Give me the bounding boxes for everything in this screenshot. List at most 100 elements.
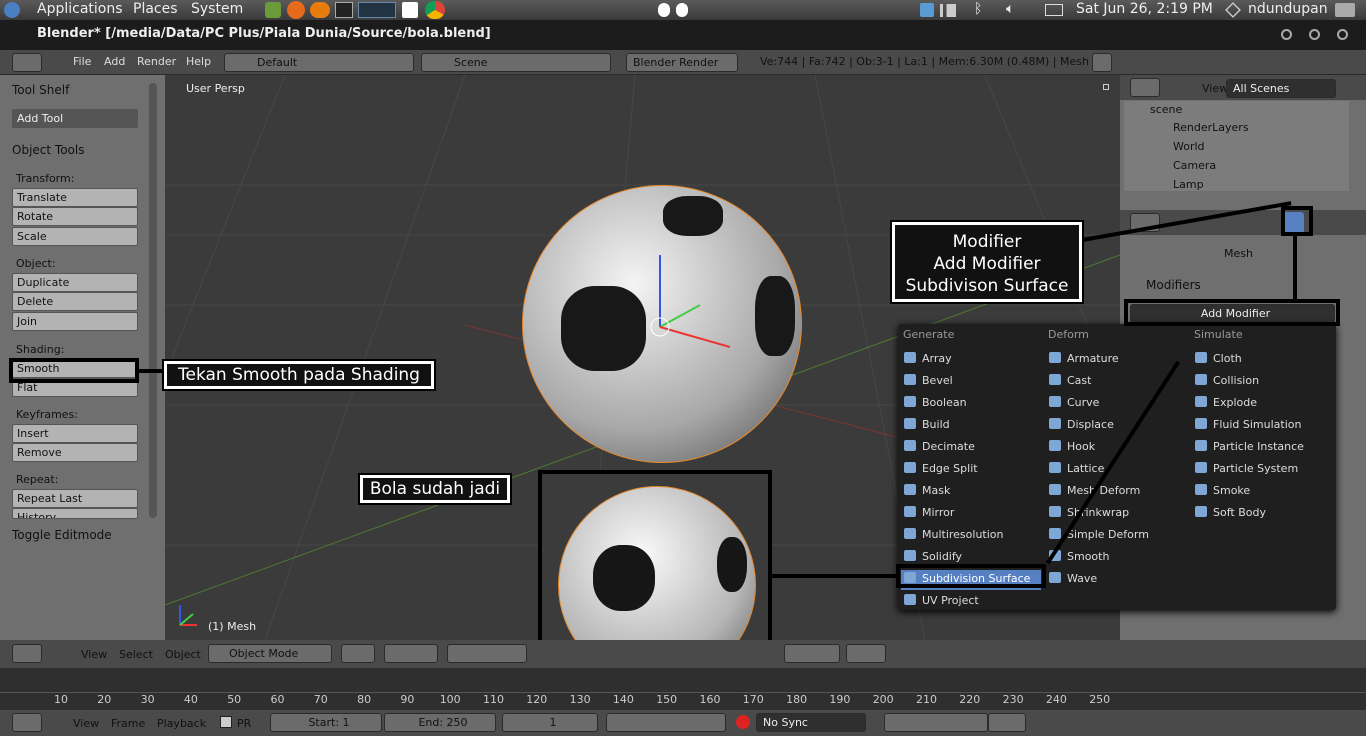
menu-add[interactable]: Add: [104, 55, 125, 68]
pivot-snap-icons[interactable]: [384, 644, 438, 663]
toggle-editmode[interactable]: Toggle Editmode: [12, 528, 112, 542]
repeat-last-button[interactable]: Repeat Last: [12, 489, 138, 508]
outliner-item-lamp[interactable]: Lamp: [1173, 178, 1204, 191]
modifier-item-smooth[interactable]: Smooth: [1046, 548, 1186, 568]
keyframe-icons[interactable]: [988, 713, 1026, 732]
mail-icon[interactable]: [1045, 4, 1063, 16]
modifier-item-mesh-deform[interactable]: Mesh Deform: [1046, 482, 1186, 502]
outliner-item-scene[interactable]: scene: [1150, 103, 1182, 116]
object-tools-title[interactable]: Object Tools: [12, 143, 84, 157]
tool-shelf-title[interactable]: Tool Shelf: [12, 83, 69, 97]
modifier-item-bevel[interactable]: Bevel: [901, 372, 1041, 392]
modifier-item-lattice[interactable]: Lattice: [1046, 460, 1186, 480]
timeline-playback-menu[interactable]: Playback: [157, 717, 206, 730]
blender-icon[interactable]: [310, 2, 330, 18]
maximize-window-button[interactable]: [1309, 29, 1320, 40]
layer-grid-icons[interactable]: [784, 644, 840, 663]
modifier-item-particle-instance[interactable]: Particle Instance: [1192, 438, 1332, 458]
start-frame-field[interactable]: Start: 1: [270, 713, 382, 732]
system-monitor-icon[interactable]: [358, 2, 396, 18]
join-button[interactable]: Join: [12, 312, 138, 331]
end-frame-field[interactable]: End: 250: [384, 713, 496, 732]
timeline-editor-type-icon[interactable]: [12, 713, 42, 732]
modifier-item-uv-project[interactable]: UV Project: [901, 592, 1041, 612]
outliner-view-menu[interactable]: View: [1202, 82, 1228, 95]
outliner-item-world[interactable]: World: [1173, 140, 1205, 153]
fullscreen-icon[interactable]: [1092, 53, 1112, 72]
scale-button[interactable]: Scale: [12, 227, 138, 246]
modifier-item-explode[interactable]: Explode: [1192, 394, 1332, 414]
mode-select[interactable]: Object Mode: [208, 644, 332, 663]
view-menu[interactable]: View: [81, 648, 107, 661]
remove-keyframe-button[interactable]: Remove: [12, 443, 138, 462]
pr-checkbox[interactable]: [220, 716, 232, 728]
menu-render[interactable]: Render: [137, 55, 176, 68]
object-menu[interactable]: Object: [165, 648, 201, 661]
launcher-icon[interactable]: [265, 2, 281, 18]
modifier-item-build[interactable]: Build: [901, 416, 1041, 436]
close-window-button[interactable]: [1337, 29, 1348, 40]
add-tool-select[interactable]: Add Tool: [12, 109, 138, 128]
scene-field[interactable]: Scene: [421, 53, 611, 72]
modifier-item-particle-system[interactable]: Particle System: [1192, 460, 1332, 480]
translate-button[interactable]: Translate: [12, 188, 138, 207]
modifier-item-collision[interactable]: Collision: [1192, 372, 1332, 392]
manipulator-icons[interactable]: [447, 644, 527, 663]
modifier-item-fluid-simulation[interactable]: Fluid Simulation: [1192, 416, 1332, 436]
select-menu[interactable]: Select: [119, 648, 153, 661]
power-icon[interactable]: [1335, 3, 1355, 17]
menu-system[interactable]: System: [191, 1, 243, 17]
render-engine-select[interactable]: Blender Render: [626, 53, 738, 72]
modifier-item-armature[interactable]: Armature: [1046, 350, 1186, 370]
modifier-item-displace[interactable]: Displace: [1046, 416, 1186, 436]
firefox-icon[interactable]: [287, 1, 305, 19]
chrome-icon[interactable]: [425, 1, 445, 19]
outliner-item-renderlayers[interactable]: RenderLayers: [1173, 121, 1249, 134]
menu-help[interactable]: Help: [186, 55, 211, 68]
render-icons[interactable]: [846, 644, 886, 663]
history-button[interactable]: History...: [12, 508, 138, 519]
gnome-foot-icon[interactable]: [4, 2, 20, 18]
modifier-item-wave[interactable]: Wave: [1046, 570, 1186, 590]
volume-icon[interactable]: 🔈︎: [1006, 1, 1014, 17]
playback-controls[interactable]: [606, 713, 726, 732]
modifier-item-mirror[interactable]: Mirror: [901, 504, 1041, 524]
3d-editor-type-icon[interactable]: [12, 644, 42, 663]
modifier-item-shrinkwrap[interactable]: Shrinkwrap: [1046, 504, 1186, 524]
tool-shelf-scrollbar[interactable]: [149, 83, 157, 518]
outliner-scenes-select[interactable]: All Scenes: [1226, 79, 1336, 98]
viewport-corner-icon[interactable]: [1103, 84, 1109, 90]
timeline-view-menu[interactable]: View: [73, 717, 99, 730]
menu-places[interactable]: Places: [133, 1, 178, 17]
editor-icon[interactable]: [402, 2, 418, 18]
record-icon[interactable]: [736, 715, 750, 729]
screen-layout-field[interactable]: Default: [224, 53, 414, 72]
modifiers-title[interactable]: Modifiers: [1146, 278, 1201, 292]
sync-select[interactable]: No Sync: [756, 713, 866, 732]
signal-icon[interactable]: [940, 4, 956, 17]
transform-gizmo[interactable]: [610, 245, 730, 385]
minimize-window-button[interactable]: [1281, 29, 1292, 40]
modifier-item-decimate[interactable]: Decimate: [901, 438, 1041, 458]
keying-set-field[interactable]: [884, 713, 988, 732]
clock[interactable]: Sat Jun 26, 2:19 PM: [1076, 1, 1213, 17]
timeline-frame-menu[interactable]: Frame: [111, 717, 145, 730]
modifier-item-edge-split[interactable]: Edge Split: [901, 460, 1041, 480]
outliner-type-icon[interactable]: [1130, 78, 1160, 97]
user-name[interactable]: ndundupan: [1248, 1, 1328, 17]
modifier-item-cloth[interactable]: Cloth: [1192, 350, 1332, 370]
modifier-item-array[interactable]: Array: [901, 350, 1041, 370]
delete-button[interactable]: Delete: [12, 292, 138, 311]
dropbox-icon[interactable]: [920, 3, 934, 17]
timeline[interactable]: [0, 668, 1366, 710]
terminal-icon[interactable]: [335, 2, 353, 18]
modifier-item-curve[interactable]: Curve: [1046, 394, 1186, 414]
modifier-item-soft-body[interactable]: Soft Body: [1192, 504, 1332, 524]
rotate-button[interactable]: Rotate: [12, 207, 138, 226]
current-frame-field[interactable]: 1: [502, 713, 598, 732]
menu-applications[interactable]: Applications: [37, 1, 123, 17]
shading-mode-icon[interactable]: [341, 644, 375, 663]
insert-keyframe-button[interactable]: Insert: [12, 424, 138, 443]
modifier-item-boolean[interactable]: Boolean: [901, 394, 1041, 414]
outliner-item-camera[interactable]: Camera: [1173, 159, 1216, 172]
